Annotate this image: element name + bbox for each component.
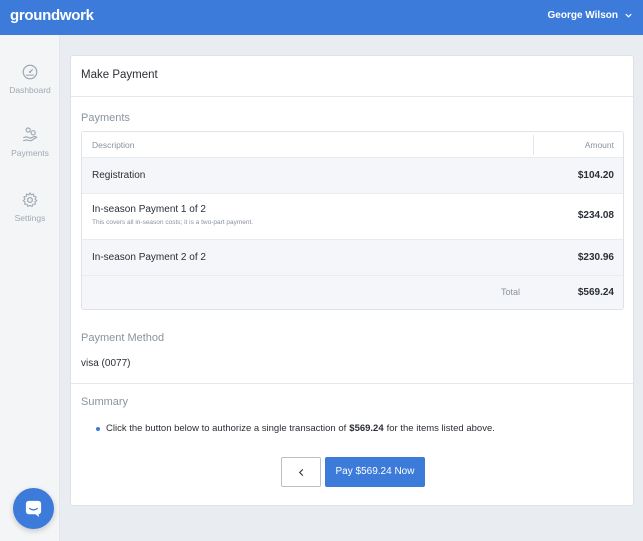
column-header-description: Description	[92, 140, 135, 150]
hand-coins-icon	[23, 127, 38, 142]
gear-icon	[22, 192, 38, 208]
back-button[interactable]	[281, 457, 321, 487]
summary-amount: $569.24	[349, 423, 384, 434]
pay-now-button[interactable]: Pay $569.24 Now	[325, 457, 425, 487]
sidebar: Dashboard Payments Settings	[0, 35, 60, 541]
sidebar-item-payments[interactable]: Payments	[0, 126, 60, 158]
table-header: Description Amount	[82, 132, 623, 158]
make-payment-card: Make Payment Payments Description Amount…	[70, 55, 634, 506]
gauge-icon	[22, 64, 38, 80]
summary-section-title: Summary	[81, 396, 129, 408]
sidebar-item-settings[interactable]: Settings	[0, 191, 60, 223]
column-header-amount: Amount	[584, 140, 614, 150]
payment-method-section-title: Payment Method	[81, 332, 165, 344]
table-row: Registration $104.20	[82, 158, 623, 194]
chevron-down-icon	[625, 13, 632, 18]
table-total-row: Total $569.24	[82, 276, 623, 309]
payment-method-value: visa (0077)	[81, 358, 131, 369]
sidebar-item-label: Dashboard	[9, 85, 51, 95]
summary-text-before: Click the button below to authorize a si…	[106, 423, 347, 434]
sidebar-item-label: Payments	[11, 148, 49, 158]
payments-table: Description Amount Registration $104.20 …	[81, 131, 624, 310]
table-row: In-season Payment 2 of 2 $230.96	[82, 240, 623, 276]
user-menu[interactable]: George Wilson	[548, 10, 633, 21]
row-amount: $104.20	[577, 170, 614, 181]
summary-text-after: for the items listed above.	[386, 423, 495, 434]
sidebar-item-dashboard[interactable]: Dashboard	[0, 63, 60, 95]
bullet-icon	[96, 426, 100, 431]
user-name: George Wilson	[547, 10, 618, 21]
chat-launcher-button[interactable]	[13, 488, 54, 529]
row-amount: $230.96	[577, 252, 614, 263]
row-description: In-season Payment 1 of 2	[92, 204, 206, 215]
payments-section-title: Payments	[81, 112, 130, 124]
total-label: Total	[501, 287, 521, 297]
table-row: In-season Payment 1 of 2 This covers all…	[82, 194, 623, 240]
row-description: Registration	[92, 170, 146, 181]
sidebar-item-label: Settings	[14, 213, 46, 223]
chevron-left-icon	[298, 468, 304, 477]
section-divider	[71, 383, 633, 384]
row-description: In-season Payment 2 of 2	[92, 252, 206, 263]
summary-list-item: Click the button below to authorize a si…	[96, 423, 495, 434]
app-logo[interactable]: groundwork	[10, 7, 94, 24]
column-divider	[533, 135, 534, 155]
page-title: Make Payment	[71, 56, 633, 97]
total-amount: $569.24	[577, 287, 614, 298]
top-bar: groundwork George Wilson	[0, 0, 643, 35]
chat-icon	[25, 500, 42, 518]
row-note: This covers all in-season costs; it is a…	[92, 219, 254, 226]
row-amount: $234.08	[577, 210, 614, 221]
